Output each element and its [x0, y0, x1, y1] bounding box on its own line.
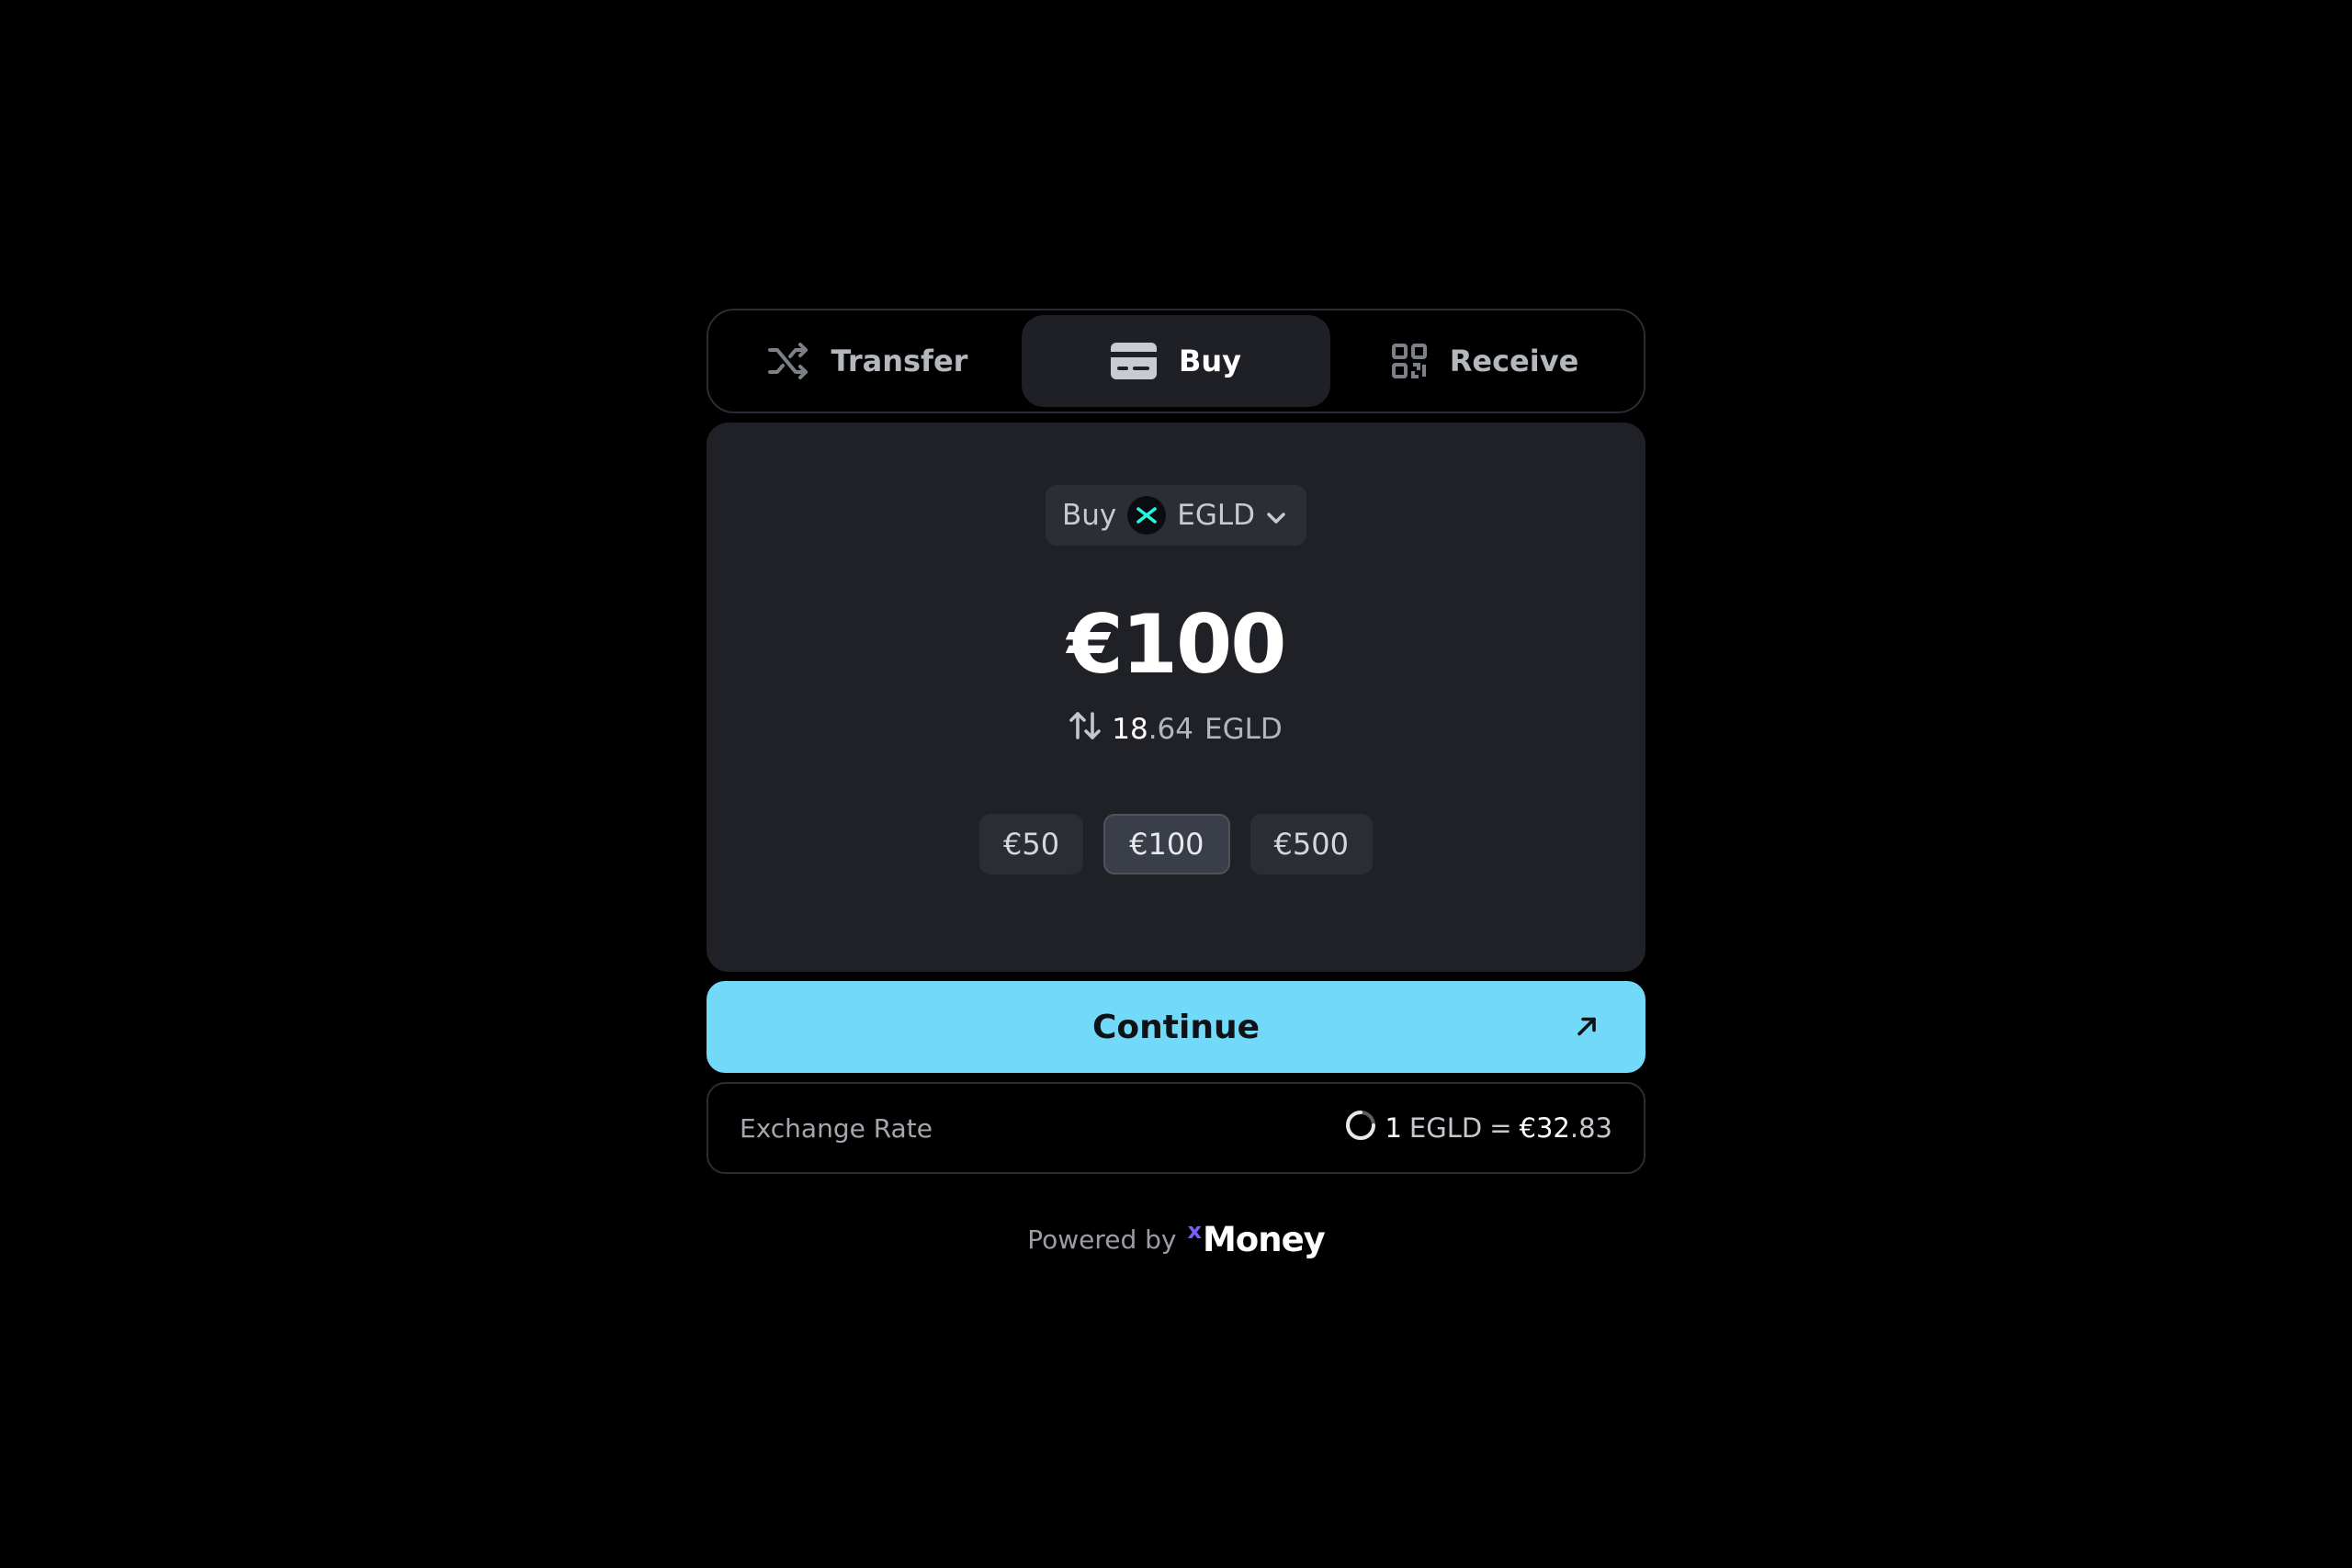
tab-receive[interactable]: Receive [1330, 315, 1639, 407]
tab-bar: Transfer Buy Receive [707, 309, 1645, 413]
swap-arrows-icon[interactable] [1069, 711, 1102, 748]
rate-lhs-unit: EGLD [1408, 1112, 1483, 1144]
continue-button[interactable]: Continue [707, 981, 1645, 1073]
rate-equals: = [1489, 1112, 1512, 1144]
continue-label: Continue [1091, 1008, 1260, 1046]
loading-spinner-icon [1344, 1109, 1377, 1148]
token-symbol: EGLD [1177, 499, 1256, 532]
fiat-amount[interactable]: €100 [707, 597, 1645, 692]
rate-rhs-decimal: .83 [1569, 1112, 1612, 1144]
tab-buy[interactable]: Buy [1022, 315, 1330, 407]
converted-integer: 18 [1112, 713, 1148, 746]
converted-amount: 18.64 EGLD [707, 711, 1645, 748]
exchange-rate-value: 1 EGLD = €32.83 [1344, 1109, 1612, 1148]
rate-lhs: 1 [1385, 1112, 1402, 1144]
preset-50-button[interactable]: €50 [979, 814, 1084, 874]
exchange-rate-row: Exchange Rate 1 EGLD = €32.83 [707, 1082, 1645, 1174]
converted-unit: EGLD [1204, 713, 1283, 746]
preset-amounts: €50 €100 €500 [707, 814, 1645, 874]
credit-card-icon [1110, 343, 1157, 379]
arrow-up-right-icon [1576, 1009, 1598, 1046]
rate-rhs-integer: €32 [1519, 1112, 1570, 1144]
converted-decimal: .64 [1148, 713, 1193, 746]
tab-label: Buy [1178, 344, 1242, 378]
brand-name: Money [1202, 1220, 1326, 1259]
token-action-label: Buy [1061, 499, 1117, 532]
xmoney-logo[interactable]: x Money [1187, 1218, 1326, 1259]
buy-widget: Transfer Buy Receive Buy EGLD €100 18.64… [707, 309, 1645, 1259]
tab-label: Receive [1449, 344, 1579, 378]
tab-label: Transfer [831, 344, 968, 378]
preset-100-button[interactable]: €100 [1103, 814, 1230, 874]
chevron-down-icon [1266, 499, 1286, 532]
preset-500-button[interactable]: €500 [1250, 814, 1373, 874]
brand-x-mark: x [1187, 1218, 1203, 1244]
exchange-rate-label: Exchange Rate [740, 1112, 933, 1144]
multiversx-logo-icon [1127, 496, 1167, 535]
token-selector[interactable]: Buy EGLD [1045, 485, 1307, 546]
buy-panel: Buy EGLD €100 18.64 EGLD €50 €100 €500 [707, 423, 1645, 972]
tab-transfer[interactable]: Transfer [713, 315, 1022, 407]
powered-by: Powered by x Money [707, 1218, 1645, 1259]
shuffle-icon [767, 343, 809, 379]
qr-code-icon [1391, 343, 1428, 379]
powered-by-label: Powered by [1027, 1224, 1177, 1255]
